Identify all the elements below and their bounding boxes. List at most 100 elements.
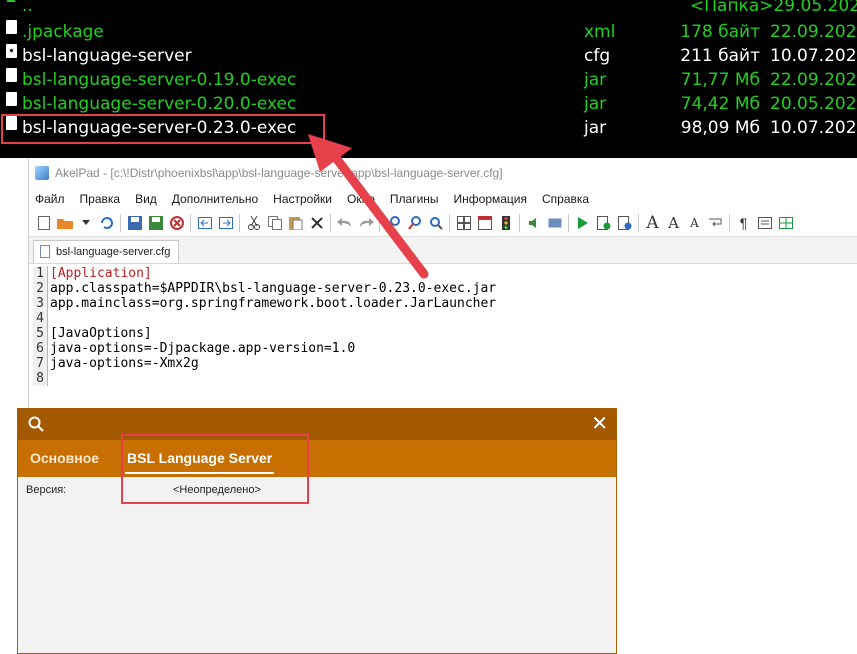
file-ext: jar (584, 94, 607, 114)
prev-window-icon[interactable] (194, 212, 215, 234)
menu-settings[interactable]: Настройки (273, 192, 332, 206)
file-ext: jar (584, 70, 607, 90)
code-line: app.classpath=$APPDIR\bsl-language-serve… (50, 281, 497, 296)
file-size: 71,77 Мб (680, 70, 760, 90)
toolbar-separator (449, 214, 450, 232)
dropdown-icon[interactable] (75, 212, 96, 234)
akelpad-icon (35, 166, 49, 180)
redo-icon[interactable] (355, 212, 376, 234)
file-manager-panel: .. <Папка>29.05.2024 .jpackage xml 178 б… (0, 0, 857, 158)
window-title-bar: AkelPad - [c:\!Distr\phoenixbsl\app\bsl-… (29, 158, 857, 188)
select-column-icon[interactable] (453, 212, 474, 234)
copy-icon[interactable] (264, 212, 285, 234)
file-row[interactable]: bsl-language-server cfg 211 байт 10.07.2… (0, 44, 857, 68)
menu-info[interactable]: Информация (454, 192, 527, 206)
file-name: .jpackage (22, 22, 104, 42)
open-folder-icon[interactable] (54, 212, 75, 234)
undo-icon[interactable] (334, 212, 355, 234)
close-icon[interactable]: ✕ (591, 413, 608, 435)
line-number: 1 (36, 266, 44, 281)
close-file-icon[interactable] (166, 212, 187, 234)
file-icon (6, 20, 17, 34)
toolbar-separator (519, 214, 520, 232)
file-row[interactable]: .jpackage xml 178 байт 22.09.2021 (0, 20, 857, 44)
menu-window[interactable]: Окно (347, 192, 375, 206)
window-title: AkelPad - [c:\!Distr\phoenixbsl\app\bsl-… (55, 166, 503, 180)
toolbar-separator (120, 214, 121, 232)
menu-plugins[interactable]: Плагины (390, 192, 439, 206)
menu-help[interactable]: Справка (542, 192, 589, 206)
script-edit-icon[interactable] (614, 212, 635, 234)
menu-bar: Файл Правка Вид Дополнительно Настройки … (29, 188, 857, 210)
tab-main[interactable]: Основное (30, 440, 99, 477)
font-decrease-icon[interactable]: A (663, 212, 684, 234)
menu-file[interactable]: Файл (35, 192, 65, 206)
next-window-icon[interactable] (215, 212, 236, 234)
version-label: Версия: (26, 484, 67, 496)
insert-date-icon[interactable] (474, 212, 495, 234)
file-name: bsl-language-server-0.20.0-exec (22, 94, 297, 114)
save-icon[interactable] (124, 212, 145, 234)
file-name: bsl-language-server-0.19.0-exec (22, 70, 297, 90)
toolbar: A A A ¶ (29, 210, 857, 237)
replace-icon[interactable] (425, 212, 446, 234)
file-name: bsl-language-server (22, 46, 192, 66)
word-wrap-icon[interactable] (705, 212, 726, 234)
tab-bsl-language-server-cfg[interactable]: bsl-language-server.cfg (33, 240, 180, 263)
up-icon (6, 0, 16, 2)
pilcrow-icon[interactable]: ¶ (733, 212, 754, 234)
font-increase-icon[interactable]: A (642, 212, 663, 234)
menu-view[interactable]: Вид (135, 192, 157, 206)
save-all-icon[interactable] (145, 212, 166, 234)
file-row[interactable]: bsl-language-server-0.19.0-exec jar 71,7… (0, 68, 857, 92)
file-row[interactable]: bsl-language-server-0.20.0-exec jar 74,4… (0, 92, 857, 116)
search-icon[interactable] (28, 416, 44, 432)
file-name: .. (22, 0, 33, 16)
properties-panel: ✕ Основное BSL Language Server Версия: <… (17, 408, 617, 654)
file-ext: xml (584, 22, 616, 42)
cut-icon[interactable] (243, 212, 264, 234)
record-icon[interactable] (544, 212, 565, 234)
toolbar-separator (638, 214, 639, 232)
code-line: java-options=-Xmx2g (50, 356, 199, 371)
delete-icon[interactable] (306, 212, 327, 234)
line-number: 8 (36, 371, 44, 386)
traffic-light-icon[interactable] (495, 212, 516, 234)
reopen-icon[interactable] (96, 212, 117, 234)
script-icon[interactable] (593, 212, 614, 234)
file-size: 74,42 Мб (680, 94, 760, 114)
file-size: 211 байт (680, 46, 760, 66)
line-number: 6 (36, 341, 44, 356)
new-file-icon[interactable] (33, 212, 54, 234)
document-icon (40, 245, 50, 258)
config-file-icon (6, 44, 17, 58)
file-ext: cfg (584, 46, 611, 66)
code-text: [Application] app.classpath=$APPDIR\bsl-… (50, 266, 496, 386)
find-next-icon[interactable] (404, 212, 425, 234)
toolbar-separator (379, 214, 380, 232)
file-date: 20.05.2024 (770, 94, 857, 114)
file-date: 22.09.2021 (770, 22, 857, 42)
toolbar-separator (330, 214, 331, 232)
toolbar-separator (568, 214, 569, 232)
file-row-parent[interactable]: .. <Папка>29.05.2024 (0, 0, 857, 18)
highlight-box-jar (1, 114, 325, 144)
file-size: 98,09 Мб (680, 118, 760, 138)
file-date: 10.07.2024 (770, 46, 857, 66)
menu-extra[interactable]: Дополнительно (172, 192, 258, 206)
split-window-icon[interactable] (775, 212, 796, 234)
highlight-box-tab (121, 434, 309, 504)
speech-icon[interactable] (523, 212, 544, 234)
toolbar-separator (239, 214, 240, 232)
font-small-icon[interactable]: A (684, 212, 705, 234)
paste-icon[interactable] (285, 212, 306, 234)
read-only-icon[interactable] (754, 212, 775, 234)
file-icon (6, 68, 17, 82)
line-number: 2 (36, 281, 44, 296)
code-line: [Application] (50, 266, 152, 281)
find-icon[interactable] (383, 212, 404, 234)
toolbar-separator (729, 214, 730, 232)
run-icon[interactable] (572, 212, 593, 234)
menu-edit[interactable]: Правка (80, 192, 121, 206)
